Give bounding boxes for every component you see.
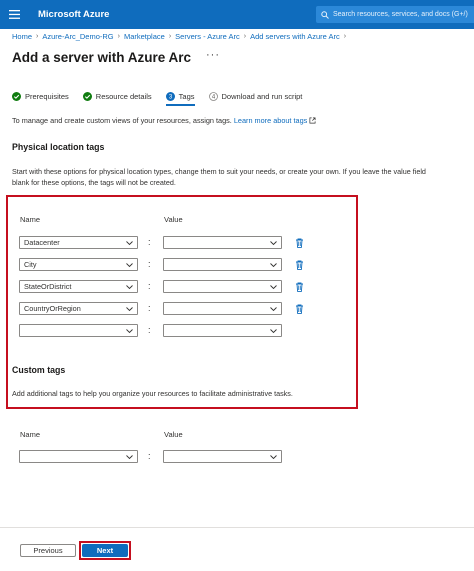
custom-tags-title: Custom tags <box>12 365 66 375</box>
tab-label: Tags <box>178 92 195 101</box>
tag-value-dropdown-country-or-region[interactable] <box>163 302 282 315</box>
tag-name-dropdown-country-or-region[interactable]: CountryOrRegion <box>19 302 138 315</box>
step-number-icon: 4 <box>208 92 218 101</box>
custom-tags-description: Add additional tags to help you organize… <box>12 389 293 398</box>
previous-button[interactable]: Previous <box>20 544 76 557</box>
delete-icon[interactable] <box>295 260 304 270</box>
tab-download-run-script[interactable]: 4 Download and run script <box>208 92 303 101</box>
chevron-down-icon <box>126 307 133 312</box>
wizard-steps: Prerequisites Resource details 3 Tags 4 … <box>12 92 316 106</box>
search-icon <box>321 10 329 19</box>
more-options-icon[interactable]: ··· <box>206 49 220 61</box>
chevron-right-icon: › <box>343 33 347 40</box>
chevron-down-icon <box>270 329 277 334</box>
breadcrumb-servers-azure-arc[interactable]: Servers - Azure Arc <box>175 32 240 41</box>
chevron-down-icon <box>270 307 277 312</box>
intro-description: To manage and create custom views of you… <box>12 116 232 125</box>
tag-value-dropdown-state-or-district[interactable] <box>163 280 282 293</box>
next-button[interactable]: Next <box>82 544 128 557</box>
tag-name-dropdown-new[interactable] <box>19 324 138 337</box>
breadcrumb-home[interactable]: Home <box>12 32 32 41</box>
breadcrumb-marketplace[interactable]: Marketplace <box>124 32 165 41</box>
menu-icon[interactable] <box>0 0 28 29</box>
tag-value-dropdown-city[interactable] <box>163 258 282 271</box>
search-input[interactable]: Search resources, services, and docs (G+… <box>316 6 474 23</box>
tag-value-dropdown-new[interactable] <box>163 324 282 337</box>
dropdown-value: City <box>24 260 37 269</box>
learn-more-link[interactable]: Learn more about tags <box>234 116 307 125</box>
physical-location-description-2: blank for these options, the tags will n… <box>12 178 176 187</box>
checkmark-circle-icon <box>12 92 21 101</box>
delete-icon[interactable] <box>295 238 304 248</box>
tab-label: Download and run script <box>221 92 303 101</box>
tab-prerequisites[interactable]: Prerequisites <box>12 92 69 101</box>
value-column-header: Value <box>164 215 183 224</box>
name-column-header: Name <box>20 215 41 224</box>
custom-value-column-header: Value <box>164 430 183 439</box>
separator-colon: : <box>148 303 151 313</box>
dropdown-value: StateOrDistrict <box>24 282 72 291</box>
separator-colon: : <box>148 237 151 247</box>
separator-colon: : <box>148 281 151 291</box>
tab-resource-details[interactable]: Resource details <box>82 92 152 101</box>
separator-colon: : <box>148 325 151 335</box>
tab-label: Prerequisites <box>25 92 69 101</box>
search-placeholder: Search resources, services, and docs (G+… <box>333 11 468 18</box>
breadcrumb: Home › Azure-Arc_Demo-RG › Marketplace ›… <box>12 32 350 41</box>
brand-title[interactable]: Microsoft Azure <box>38 9 109 20</box>
chevron-right-icon: › <box>243 33 247 40</box>
page-title: Add a server with Azure Arc <box>12 50 192 65</box>
breadcrumb-add-servers[interactable]: Add servers with Azure Arc <box>250 32 340 41</box>
breadcrumb-resource-group[interactable]: Azure-Arc_Demo-RG <box>42 32 113 41</box>
custom-name-column-header: Name <box>20 430 41 439</box>
chevron-down-icon <box>270 285 277 290</box>
checkmark-circle-icon <box>82 92 92 101</box>
tag-name-dropdown-datacenter[interactable]: Datacenter <box>19 236 138 249</box>
chevron-right-icon: › <box>117 33 120 40</box>
chevron-down-icon <box>270 241 277 246</box>
step-number-icon: 3 <box>165 92 175 101</box>
chevron-right-icon: › <box>36 33 39 40</box>
separator-colon: : <box>148 451 151 461</box>
footer-divider <box>0 527 474 528</box>
chevron-down-icon <box>126 241 133 246</box>
tag-value-dropdown-datacenter[interactable] <box>163 236 282 249</box>
custom-tag-value-dropdown[interactable] <box>163 450 282 463</box>
tag-name-dropdown-state-or-district[interactable]: StateOrDistrict <box>19 280 138 293</box>
chevron-down-icon <box>126 285 133 290</box>
tab-label: Resource details <box>95 92 152 101</box>
external-link-icon <box>309 117 316 124</box>
tag-name-dropdown-city[interactable]: City <box>19 258 138 271</box>
chevron-down-icon <box>126 263 133 268</box>
intro-text: To manage and create custom views of you… <box>12 116 316 125</box>
delete-icon[interactable] <box>295 282 304 292</box>
separator-colon: : <box>148 259 151 269</box>
custom-tag-name-dropdown[interactable] <box>19 450 138 463</box>
delete-icon[interactable] <box>295 304 304 314</box>
dropdown-value: CountryOrRegion <box>24 304 81 313</box>
physical-location-description-1: Start with these options for physical lo… <box>12 167 426 176</box>
chevron-right-icon: › <box>168 33 172 40</box>
physical-location-title: Physical location tags <box>12 142 105 152</box>
dropdown-value: Datacenter <box>24 238 60 247</box>
chevron-down-icon <box>270 263 277 268</box>
chevron-down-icon <box>126 455 133 460</box>
chevron-down-icon <box>126 329 133 334</box>
top-bar: Microsoft Azure Search resources, servic… <box>0 0 474 29</box>
tab-tags[interactable]: 3 Tags <box>165 92 195 106</box>
chevron-down-icon <box>270 455 277 460</box>
